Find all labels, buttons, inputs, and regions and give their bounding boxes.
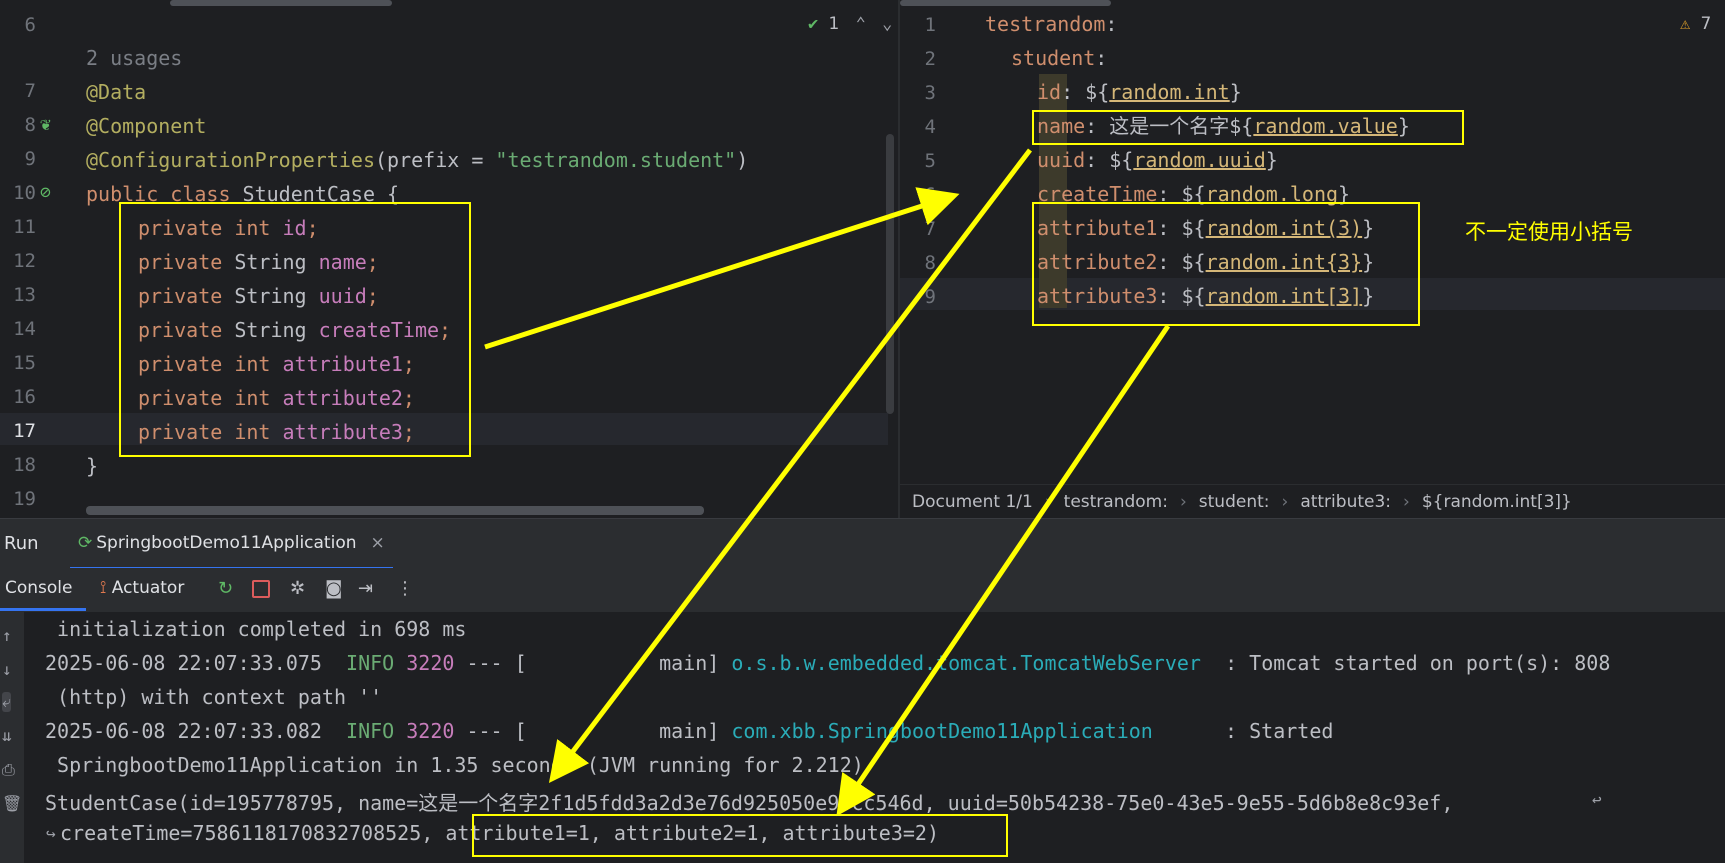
yaml-line-2: student: bbox=[1011, 46, 1108, 70]
yaml-line-1: testrandom: bbox=[985, 12, 1118, 36]
actuator-icon: ⟟ bbox=[100, 578, 107, 598]
line-number: 12 bbox=[13, 250, 36, 272]
check-icon: ✔ bbox=[808, 14, 819, 34]
scroll-to-end-icon[interactable]: ⇊ bbox=[2, 726, 12, 745]
actuator-label: Actuator bbox=[111, 578, 185, 598]
spring-bean-icon[interactable]: ❦ bbox=[40, 114, 51, 135]
line-number: 5 bbox=[924, 150, 936, 172]
tab-console[interactable]: Console bbox=[5, 578, 73, 598]
yaml-editor[interactable]: ⚠ 7 1 2 3 4 5 6 7 8 9 testrandom: studen… bbox=[900, 0, 1725, 518]
line-number: 4 bbox=[924, 116, 936, 138]
code-line-9: @ConfigurationProperties(prefix = "testr… bbox=[86, 148, 749, 172]
stop-icon[interactable] bbox=[252, 580, 270, 598]
camera-icon[interactable]: ◙ bbox=[325, 578, 342, 599]
run-title: Run bbox=[4, 533, 39, 554]
tab-actuator[interactable]: ⟟ Actuator bbox=[100, 578, 184, 598]
console-gutter: ↑ ↓ ⤶ ⇊ ⎙ 🗑 bbox=[0, 612, 24, 863]
wrap-marker-icon: ↩ bbox=[1592, 790, 1602, 809]
warning-count: 7 bbox=[1700, 14, 1712, 34]
chevron-right-icon: › bbox=[1403, 492, 1410, 512]
line-number: 7 bbox=[24, 80, 36, 102]
line-number: 18 bbox=[13, 454, 36, 476]
line-number: 8 bbox=[24, 114, 36, 136]
breadcrumb: Document 1/1 › testrandom: › student: › … bbox=[900, 484, 1725, 519]
line-number: 3 bbox=[924, 82, 936, 104]
line-number: 10 bbox=[13, 182, 36, 204]
line-number: 2 bbox=[924, 48, 936, 70]
console-line: StudentCase(id=195778795, name=这是一个名字2f1… bbox=[45, 791, 1454, 815]
horizontal-scroll-thumb-bottom[interactable] bbox=[86, 506, 704, 515]
console-output[interactable]: ↑ ↓ ⤶ ⇊ ⎙ 🗑 initialization completed in … bbox=[0, 612, 1725, 863]
close-icon[interactable]: × bbox=[371, 533, 385, 553]
line-number: 11 bbox=[13, 216, 36, 238]
attributes-annotation-box bbox=[1032, 202, 1420, 326]
console-line: 2025-06-08 22:07:33.082 INFO 3220 --- [ … bbox=[45, 719, 1334, 743]
console-line: 2025-06-08 22:07:33.075 INFO 3220 --- [ … bbox=[45, 651, 1611, 675]
run-config-label: SpringbootDemo11Application bbox=[96, 533, 357, 553]
console-line: (http) with context path '' bbox=[45, 685, 383, 709]
spring-config-icon[interactable]: ⊘ bbox=[40, 182, 51, 203]
line-number: 19 bbox=[13, 488, 36, 510]
breadcrumb-item[interactable]: ${random.int[3]} bbox=[1422, 492, 1572, 512]
line-number: 1 bbox=[924, 14, 936, 36]
line-number: 6 bbox=[24, 14, 36, 36]
console-line: initialization completed in 698 ms bbox=[45, 617, 467, 641]
chevron-up-icon[interactable]: ⌃ bbox=[856, 14, 866, 34]
active-tab-indicator bbox=[0, 608, 86, 611]
trash-icon[interactable]: 🗑 bbox=[2, 794, 22, 813]
result-annotation-box bbox=[472, 814, 1008, 857]
exit-icon[interactable]: ⇥ bbox=[358, 578, 373, 599]
yaml-line-3: id: ${random.int} bbox=[1037, 80, 1242, 104]
name-annotation-box bbox=[1032, 110, 1464, 145]
run-tool-window-header: Run ⟳ SpringbootDemo11Application × bbox=[0, 518, 1725, 570]
line-number: 14 bbox=[13, 318, 36, 340]
usages-hint[interactable]: 2 usages bbox=[86, 43, 182, 73]
line-number: 9 bbox=[24, 148, 36, 170]
breadcrumb-item[interactable]: Document 1/1 bbox=[912, 492, 1033, 512]
line-number: 16 bbox=[13, 386, 36, 408]
breadcrumb-item[interactable]: student: bbox=[1199, 492, 1270, 512]
inspection-count: 1 bbox=[828, 14, 840, 34]
fields-annotation-box bbox=[119, 202, 471, 457]
soft-wrap-icon[interactable]: ⤶ bbox=[2, 692, 11, 712]
vertical-scroll-thumb[interactable] bbox=[886, 134, 894, 414]
wrap-continue-icon: ↪ bbox=[46, 824, 56, 843]
debug-icon[interactable]: ✲ bbox=[290, 578, 305, 599]
chevron-right-icon: › bbox=[1179, 492, 1187, 512]
rerun-icon[interactable]: ↻ bbox=[218, 578, 233, 599]
chevron-right-icon: › bbox=[1281, 492, 1289, 512]
code-line-8: @Component bbox=[86, 114, 207, 138]
line-number: 8 bbox=[924, 252, 936, 274]
breadcrumb-item[interactable]: testrandom: bbox=[1064, 492, 1168, 512]
line-number: 17 bbox=[13, 420, 36, 442]
yaml-line-5: uuid: ${random.uuid} bbox=[1037, 148, 1278, 172]
horizontal-scroll-thumb[interactable] bbox=[170, 0, 392, 6]
arrow-down-icon[interactable]: ↓ bbox=[2, 660, 12, 679]
horizontal-scroll-thumb[interactable] bbox=[900, 0, 1111, 6]
code-line-18: } bbox=[86, 454, 99, 478]
annotation-note: 不一定使用小括号 bbox=[1465, 220, 1633, 244]
more-icon[interactable]: ⋮ bbox=[396, 578, 414, 599]
code-line-7: @Data bbox=[86, 80, 147, 104]
line-number: 15 bbox=[13, 352, 36, 374]
line-number: 9 bbox=[924, 286, 936, 308]
print-icon[interactable]: ⎙ bbox=[2, 760, 15, 780]
warning-icon: ⚠ bbox=[1680, 14, 1691, 34]
arrow-up-icon[interactable]: ↑ bbox=[2, 626, 12, 645]
console-line: SpringbootDemo11Application in 1.35 seco… bbox=[45, 753, 864, 777]
inspection-widget[interactable]: ✔ 1 ⌃ ⌄ bbox=[808, 14, 892, 34]
chevron-down-icon[interactable]: ⌄ bbox=[882, 14, 892, 34]
warning-widget[interactable]: ⚠ 7 bbox=[1680, 14, 1711, 34]
chevron-right-icon: › bbox=[1044, 492, 1052, 512]
run-toolbar: Console ⟟ Actuator ↻ ✲ ◙ ⇥ ⋮ bbox=[0, 568, 1725, 613]
line-number: 6 bbox=[924, 184, 936, 206]
line-number: 7 bbox=[924, 218, 936, 240]
spring-run-icon: ⟳ bbox=[78, 533, 93, 553]
line-number: 13 bbox=[13, 284, 36, 306]
run-config-tab[interactable]: ⟳ SpringbootDemo11Application × bbox=[70, 519, 393, 570]
breadcrumb-item[interactable]: attribute3: bbox=[1300, 492, 1391, 512]
java-editor[interactable]: ✔ 1 ⌃ ⌄ 6 7 8 9 10 11 12 13 14 15 16 17 … bbox=[0, 0, 898, 518]
